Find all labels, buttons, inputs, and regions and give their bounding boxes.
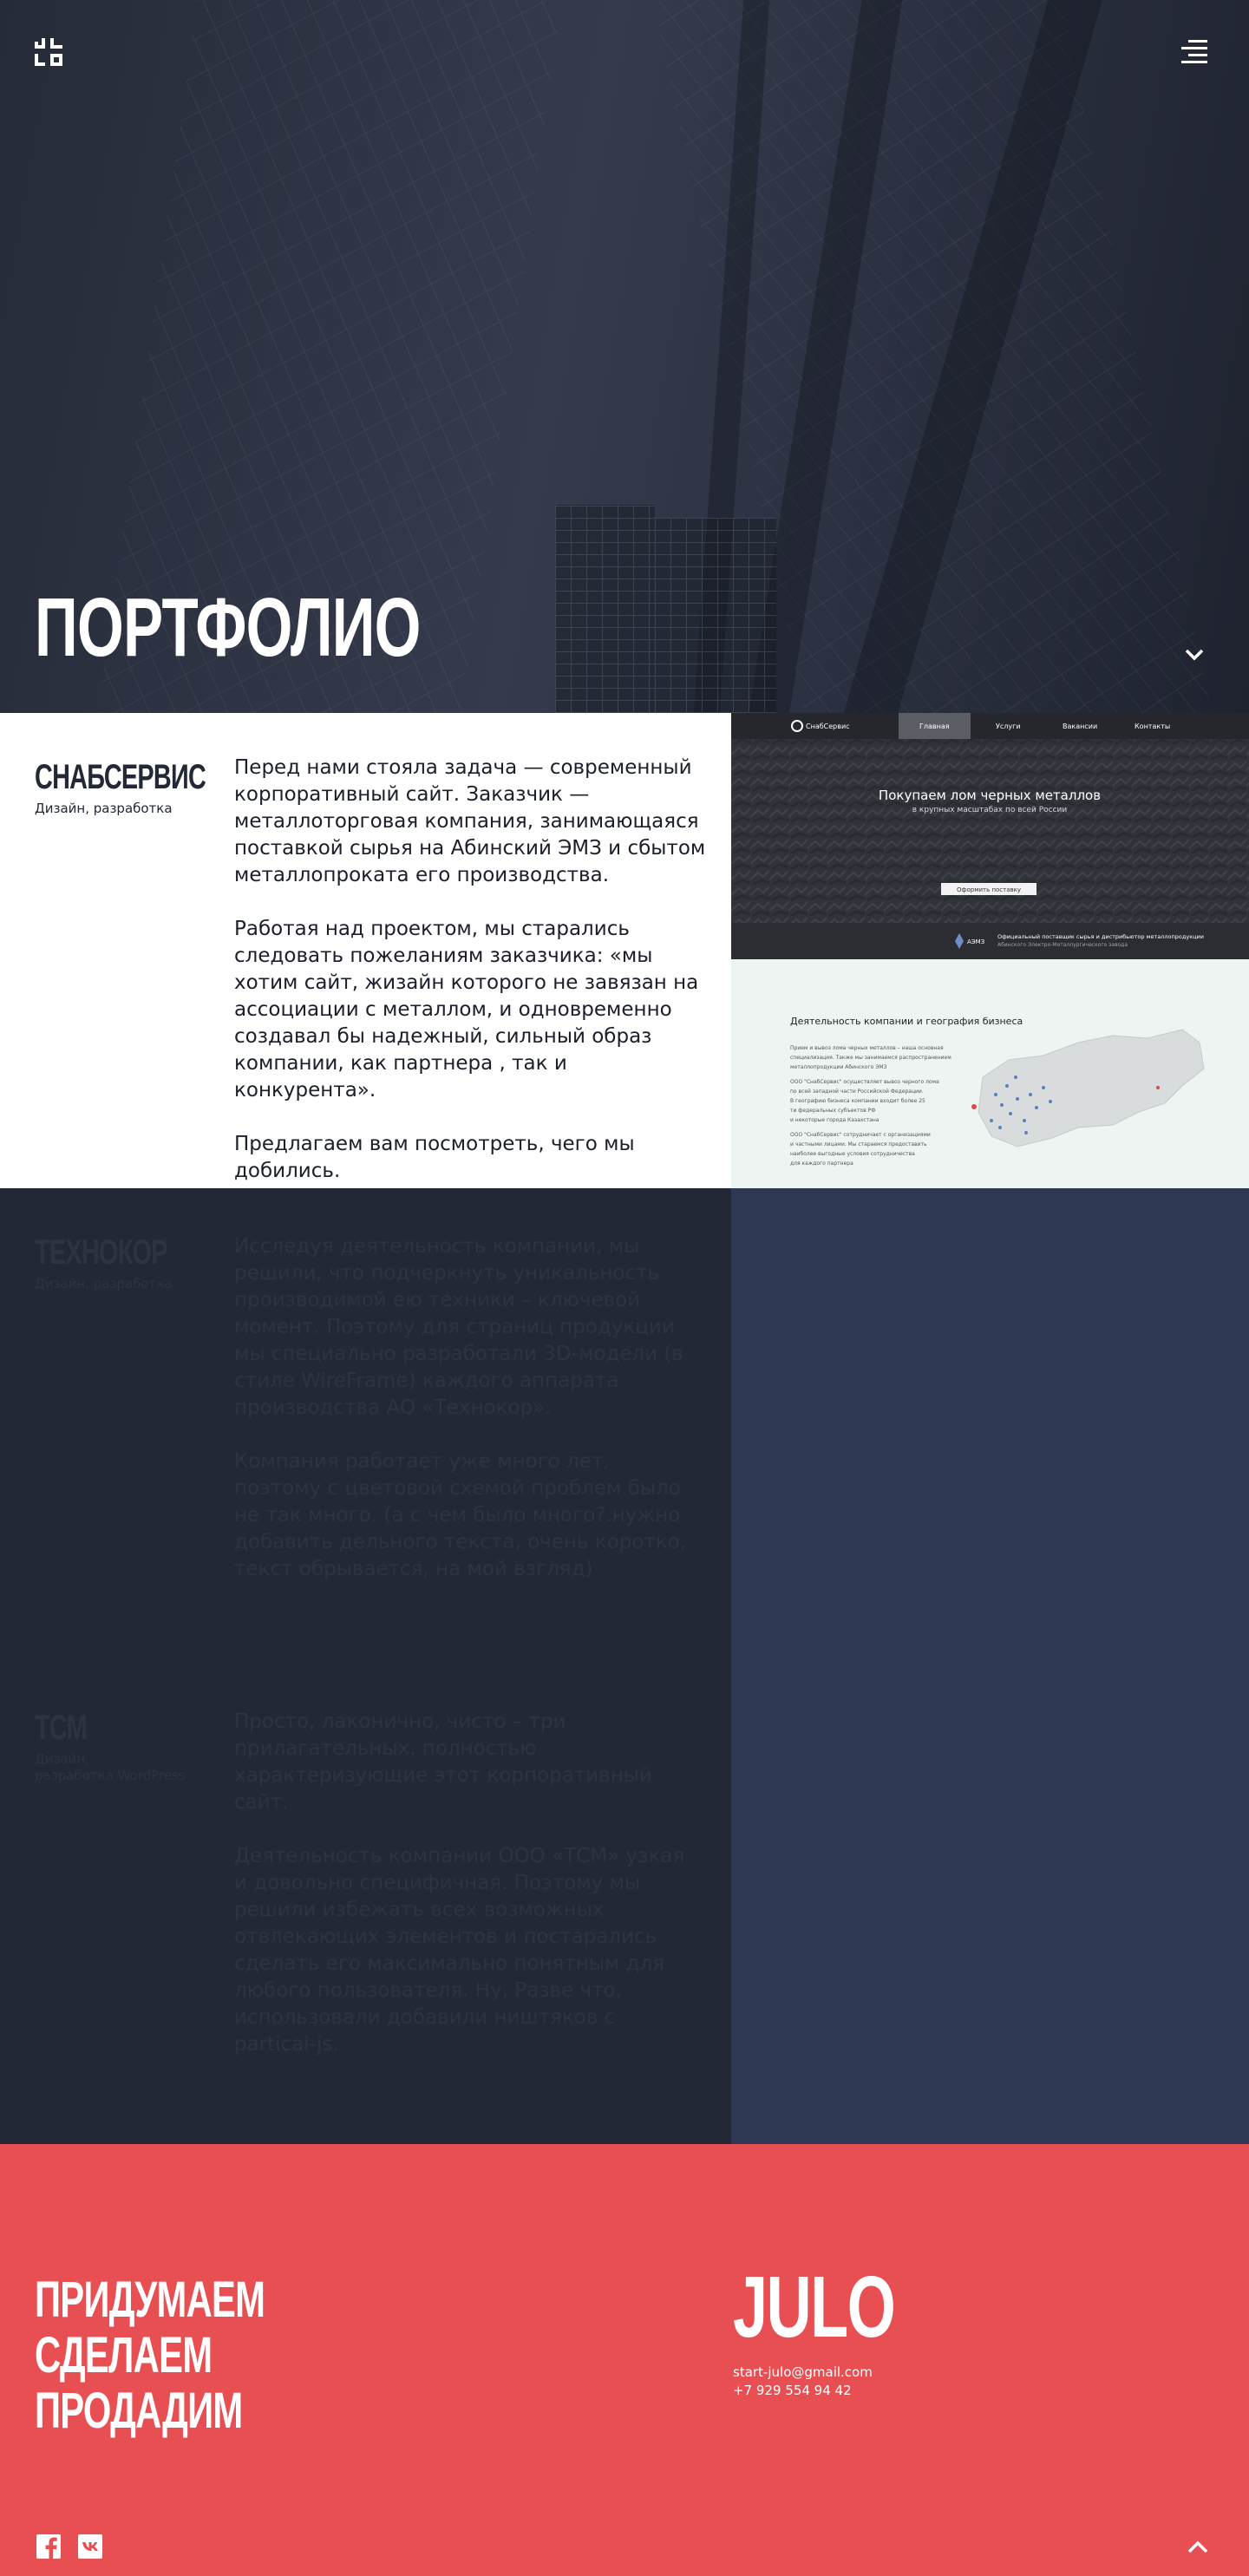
page-title: ПОРТФОЛИО — [35, 581, 421, 674]
project-paragraph: Исследуя деятельность компании, мы решил… — [234, 1235, 683, 1419]
projects-list-dark: ТЕХНОКОР Дизайн, разработка Исследуя дея… — [0, 1188, 731, 2144]
preview-text-line: и частными лицами. Мы стараемся предоста… — [790, 1141, 927, 1147]
preview-text-line: специализация. Также мы занимаемся распр… — [790, 1055, 951, 1061]
preview-nav-item: Контакты — [1135, 722, 1170, 730]
preview-text-line: ООО "СнабСервис" сотрудничает с организа… — [790, 1132, 931, 1138]
project-name[interactable]: ТЕХНОКОР — [35, 1233, 167, 1272]
facebook-icon[interactable] — [36, 2534, 61, 2559]
hero-bg-building — [655, 518, 776, 713]
footer-email-link[interactable]: start-julo@gmail.com — [733, 2364, 873, 2380]
hero-section: ПОРТФОЛИО — [0, 0, 1249, 713]
preview-partner-bar — [731, 923, 1249, 959]
hero-bg-building — [555, 505, 655, 713]
footer-phone-link[interactable]: +7 929 554 94 42 — [733, 2383, 852, 2398]
footer: ПРИДУМАЕМ СДЕЛАЕМ ПРОДАДИМ JULO start-ju… — [0, 2144, 1249, 2576]
hamburger-menu-icon[interactable] — [1180, 40, 1207, 64]
preview-text-line: металлопродукции Абинского ЭМЗ — [790, 1064, 887, 1070]
menu-line — [1181, 61, 1207, 63]
preview-partner-logo: АЭМЗ — [967, 938, 985, 945]
preview-text-line: Прием и вывоз лома черных металлов – наш… — [790, 1045, 944, 1051]
project-subtitle: Дизайн, разработка WordPress — [35, 1751, 186, 1784]
project-snabservis: СНАБСЕРВИС Дизайн, разработка Перед нами… — [0, 713, 731, 1188]
preview-nav-item: Вакансии — [1063, 722, 1097, 730]
project-description: Исследуя деятельность компании, мы решил… — [234, 1233, 703, 1610]
preview-section-title: Деятельность компании и география бизнес… — [790, 1016, 1023, 1027]
preview-text-line: ООО "СнабСервис" осуществляет вывоз черн… — [790, 1079, 939, 1085]
preview-brand: СнабСервис — [806, 722, 850, 730]
preview-map-marker — [1156, 1086, 1160, 1089]
project-description: Просто, лаконично, чисто – три прилагате… — [234, 1709, 703, 2085]
preview-text-line: для каждого партнера — [790, 1161, 853, 1167]
preview-partner-text: Официальный поставщик сырья и дистрибьют… — [997, 933, 1204, 940]
project-subtitle: Дизайн, разработка — [35, 1276, 173, 1291]
project-preview-image[interactable]: СнабСервис Главная Услуги Вакансии Конта… — [731, 713, 1249, 1188]
preview-hero-overlay — [731, 739, 1249, 923]
menu-line — [1188, 40, 1207, 42]
menu-line — [1188, 54, 1207, 56]
project-paragraph: Перед нами стояла задача — современный к… — [234, 756, 706, 886]
chevron-up-icon[interactable] — [1185, 2536, 1211, 2557]
project-paragraph: Предлагаем вам посмотреть, чего мы добил… — [234, 1133, 635, 1182]
preview-text-line: В географию бизнеса компании входит боле… — [790, 1098, 925, 1104]
vk-icon[interactable] — [78, 2534, 102, 2559]
footer-slogan: ПРИДУМАЕМ СДЕЛАЕМ ПРОДАДИМ — [35, 2272, 265, 2439]
slogan-line: ПРИДУМАЕМ — [35, 2272, 265, 2328]
chevron-down-icon[interactable] — [1181, 642, 1207, 668]
project-description: Перед нами стояла задача — современный к… — [234, 755, 707, 1212]
menu-line — [1181, 47, 1207, 49]
project-paragraph: Работая над проектом, мы старались следо… — [234, 918, 699, 1102]
slogan-line: СДЕЛАЕМ — [35, 2327, 213, 2383]
slogan-line: ПРОДАДИМ — [35, 2383, 243, 2439]
footer-brand: JULO — [733, 2259, 896, 2356]
project-name[interactable]: ТСМ — [35, 1709, 143, 1748]
preview-hero-title: Покупаем лом черных металлов — [879, 788, 1101, 803]
project-paragraph: Компания работает уже много лет, поэтому… — [234, 1450, 687, 1580]
preview-map-home-marker — [971, 1104, 977, 1109]
preview-text-line: наиболее выгодные условия сотрудничества — [790, 1151, 915, 1157]
project-preview-placeholder — [731, 1188, 1249, 2144]
project-name[interactable]: СНАБСЕРВИС — [35, 758, 206, 797]
project-subtitle-line: Дизайн, — [35, 1751, 89, 1767]
preview-text-line: по всей западной части Российской Федера… — [790, 1089, 924, 1095]
preview-partner-text: Абинского Электро-Металлургического заво… — [997, 942, 1128, 948]
preview-cta-label: Оформить поставку — [957, 886, 1021, 893]
preview-hero-sub: в крупных масштабах по всей России — [912, 806, 1068, 814]
project-subtitle-line: разработка WordPress — [35, 1767, 186, 1783]
preview-nav-item: Услуги — [996, 722, 1021, 730]
project-paragraph: Деятельность компании ООО «ТСМ» узкая и … — [234, 1845, 685, 2056]
preview-text-line: и некоторые города Казахстана — [790, 1117, 880, 1123]
julo-logo-icon[interactable] — [35, 38, 62, 66]
project-paragraph: Просто, лаконично, чисто – три прилагате… — [234, 1710, 652, 1814]
preview-svg: СнабСервис Главная Услуги Вакансии Конта… — [731, 713, 1249, 1188]
preview-text-line: ти федеральных субъектов РФ — [790, 1108, 875, 1114]
preview-nav-item: Главная — [919, 722, 950, 730]
